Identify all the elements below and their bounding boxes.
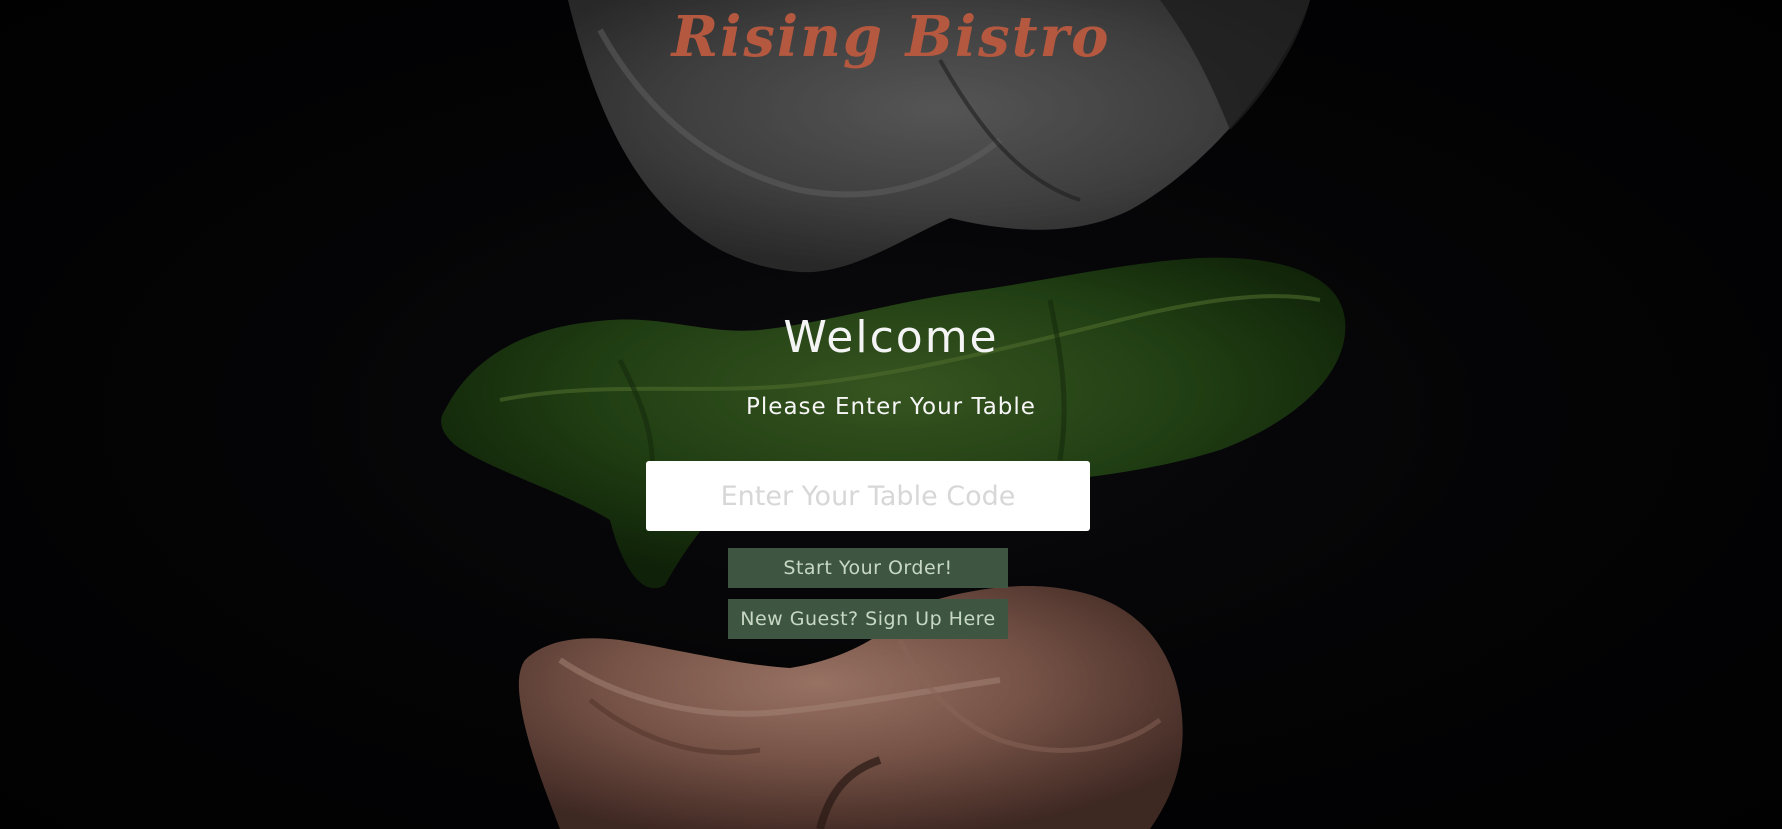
table-code-input[interactable] xyxy=(646,461,1090,531)
welcome-heading: Welcome xyxy=(783,312,999,363)
brand-logo-text: Rising Bistro xyxy=(671,4,1111,70)
table-prompt-text: Please Enter Your Table xyxy=(746,394,1036,420)
sign-up-button[interactable]: New Guest? Sign Up Here xyxy=(728,599,1008,639)
start-order-button[interactable]: Start Your Order! xyxy=(728,548,1008,588)
landing-page: Rising Bistro Welcome Please Enter Your … xyxy=(0,0,1782,829)
